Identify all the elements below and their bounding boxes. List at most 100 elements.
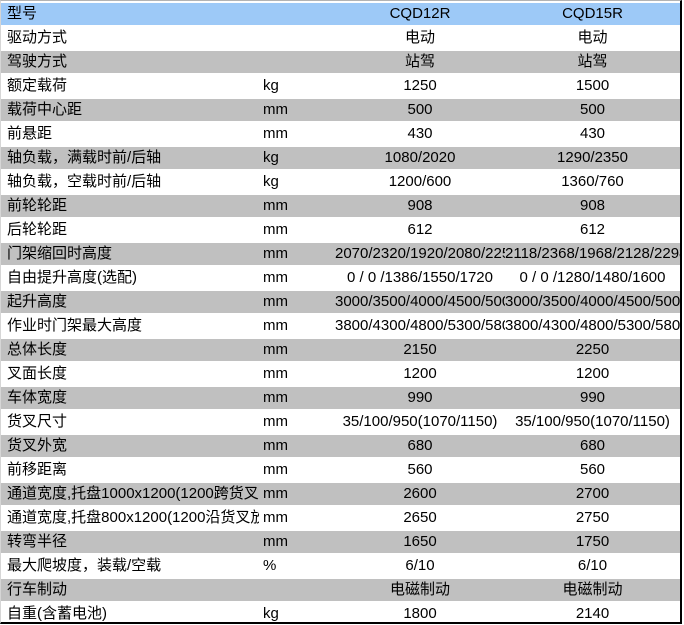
value-cell-cqd12r: 3800/4300/4800/5300/5800 bbox=[335, 315, 505, 337]
unit-cell: mm bbox=[259, 531, 335, 553]
table-header-row: 型号 CQD12R CQD15R bbox=[1, 3, 680, 25]
header-unit-label bbox=[259, 3, 335, 25]
unit-cell bbox=[259, 51, 335, 73]
value-cell-cqd15r: 2750 bbox=[505, 507, 680, 529]
param-name-cell: 通道宽度,托盘800x1200(1200沿货叉放置) bbox=[1, 507, 259, 529]
header-param-label: 型号 bbox=[1, 3, 259, 25]
value-cell-cqd15r: 站驾 bbox=[505, 51, 680, 73]
unit-cell bbox=[259, 579, 335, 601]
unit-cell: % bbox=[259, 555, 335, 577]
param-name-cell: 轴负载，空载时前/后轴 bbox=[1, 171, 259, 193]
table-row: 起升高度mm3000/3500/4000/4500/50003000/3500/… bbox=[1, 291, 680, 313]
spec-table-body: 驱动方式电动电动驾驶方式站驾站驾额定载荷kg12501500载荷中心距mm500… bbox=[1, 27, 680, 624]
table-row: 作业时门架最大高度mm3800/4300/4800/5300/58003800/… bbox=[1, 315, 680, 337]
unit-cell: mm bbox=[259, 459, 335, 481]
table-row: 货叉尺寸mm35/100/950(1070/1150)35/100/950(10… bbox=[1, 411, 680, 433]
table-row: 自由提升高度(选配)mm0 / 0 /1386/1550/17200 / 0 /… bbox=[1, 267, 680, 289]
value-cell-cqd15r: 2250 bbox=[505, 339, 680, 361]
unit-cell: mm bbox=[259, 243, 335, 265]
value-cell-cqd12r: 1080/2020 bbox=[335, 147, 505, 169]
param-name-cell: 额定载荷 bbox=[1, 75, 259, 97]
param-name-cell: 行车制动 bbox=[1, 579, 259, 601]
table-row: 货叉外宽mm680680 bbox=[1, 435, 680, 457]
spec-table: 型号 CQD12R CQD15R 驱动方式电动电动驾驶方式站驾站驾额定载荷kg1… bbox=[0, 0, 682, 624]
value-cell-cqd12r: 3000/3500/4000/4500/5000 bbox=[335, 291, 505, 313]
value-cell-cqd12r: 612 bbox=[335, 219, 505, 241]
unit-cell bbox=[259, 27, 335, 49]
unit-cell: kg bbox=[259, 75, 335, 97]
unit-cell: mm bbox=[259, 195, 335, 217]
unit-cell: mm bbox=[259, 387, 335, 409]
param-name-cell: 货叉尺寸 bbox=[1, 411, 259, 433]
value-cell-cqd15r: 680 bbox=[505, 435, 680, 457]
value-cell-cqd12r: 1200/600 bbox=[335, 171, 505, 193]
unit-cell: mm bbox=[259, 267, 335, 289]
param-name-cell: 前悬距 bbox=[1, 123, 259, 145]
param-name-cell: 作业时门架最大高度 bbox=[1, 315, 259, 337]
table-row: 前悬距mm430430 bbox=[1, 123, 680, 145]
value-cell-cqd12r: 500 bbox=[335, 99, 505, 121]
value-cell-cqd12r: 990 bbox=[335, 387, 505, 409]
value-cell-cqd15r: 3000/3500/4000/4500/5000 bbox=[505, 291, 680, 313]
param-name-cell: 自重(含蓄电池) bbox=[1, 603, 259, 624]
unit-cell: mm bbox=[259, 411, 335, 433]
param-name-cell: 最大爬坡度，装载/空载 bbox=[1, 555, 259, 577]
unit-cell: kg bbox=[259, 603, 335, 624]
unit-cell: mm bbox=[259, 483, 335, 505]
value-cell-cqd12r: 560 bbox=[335, 459, 505, 481]
unit-cell: mm bbox=[259, 363, 335, 385]
param-name-cell: 总体长度 bbox=[1, 339, 259, 361]
param-name-cell: 驾驶方式 bbox=[1, 51, 259, 73]
value-cell-cqd12r: 1250 bbox=[335, 75, 505, 97]
value-cell-cqd15r: 1750 bbox=[505, 531, 680, 553]
table-row: 前轮轮距mm908908 bbox=[1, 195, 680, 217]
param-name-cell: 货叉外宽 bbox=[1, 435, 259, 457]
header-model2-label: CQD15R bbox=[505, 3, 680, 25]
unit-cell: mm bbox=[259, 219, 335, 241]
unit-cell: mm bbox=[259, 435, 335, 457]
value-cell-cqd15r: 35/100/950(1070/1150) bbox=[505, 411, 680, 433]
param-name-cell: 前轮轮距 bbox=[1, 195, 259, 217]
value-cell-cqd12r: 908 bbox=[335, 195, 505, 217]
table-row: 轴负载，空载时前/后轴kg1200/6001360/760 bbox=[1, 171, 680, 193]
value-cell-cqd15r: 2118/2368/1968/2128/2298 bbox=[505, 243, 680, 265]
table-row: 驱动方式电动电动 bbox=[1, 27, 680, 49]
value-cell-cqd15r: 6/10 bbox=[505, 555, 680, 577]
table-row: 车体宽度mm990990 bbox=[1, 387, 680, 409]
unit-cell: mm bbox=[259, 291, 335, 313]
table-row: 额定载荷kg12501500 bbox=[1, 75, 680, 97]
param-name-cell: 通道宽度,托盘1000x1200(1200跨货叉放置) bbox=[1, 483, 259, 505]
value-cell-cqd12r: 0 / 0 /1386/1550/1720 bbox=[335, 267, 505, 289]
param-name-cell: 驱动方式 bbox=[1, 27, 259, 49]
value-cell-cqd12r: 2150 bbox=[335, 339, 505, 361]
value-cell-cqd15r: 电动 bbox=[505, 27, 680, 49]
value-cell-cqd15r: 1200 bbox=[505, 363, 680, 385]
value-cell-cqd15r: 612 bbox=[505, 219, 680, 241]
param-name-cell: 载荷中心距 bbox=[1, 99, 259, 121]
value-cell-cqd15r: 560 bbox=[505, 459, 680, 481]
table-row: 通道宽度,托盘800x1200(1200沿货叉放置)mm26502750 bbox=[1, 507, 680, 529]
value-cell-cqd15r: 电磁制动 bbox=[505, 579, 680, 601]
spec-sheet-screen: 型号 CQD12R CQD15R 驱动方式电动电动驾驶方式站驾站驾额定载荷kg1… bbox=[0, 0, 684, 625]
table-row: 后轮轮距mm612612 bbox=[1, 219, 680, 241]
table-row: 行车制动电磁制动电磁制动 bbox=[1, 579, 680, 601]
unit-cell: mm bbox=[259, 507, 335, 529]
table-row: 驾驶方式站驾站驾 bbox=[1, 51, 680, 73]
value-cell-cqd12r: 430 bbox=[335, 123, 505, 145]
table-row: 载荷中心距mm500500 bbox=[1, 99, 680, 121]
value-cell-cqd12r: 6/10 bbox=[335, 555, 505, 577]
unit-cell: kg bbox=[259, 147, 335, 169]
param-name-cell: 车体宽度 bbox=[1, 387, 259, 409]
table-row: 轴负载，满载时前/后轴kg1080/20201290/2350 bbox=[1, 147, 680, 169]
value-cell-cqd15r: 990 bbox=[505, 387, 680, 409]
unit-cell: mm bbox=[259, 315, 335, 337]
value-cell-cqd12r: 2650 bbox=[335, 507, 505, 529]
value-cell-cqd12r: 1200 bbox=[335, 363, 505, 385]
table-row: 总体长度mm21502250 bbox=[1, 339, 680, 361]
param-name-cell: 转弯半径 bbox=[1, 531, 259, 553]
value-cell-cqd15r: 500 bbox=[505, 99, 680, 121]
unit-cell: mm bbox=[259, 339, 335, 361]
value-cell-cqd15r: 430 bbox=[505, 123, 680, 145]
param-name-cell: 轴负载，满载时前/后轴 bbox=[1, 147, 259, 169]
value-cell-cqd12r: 680 bbox=[335, 435, 505, 457]
